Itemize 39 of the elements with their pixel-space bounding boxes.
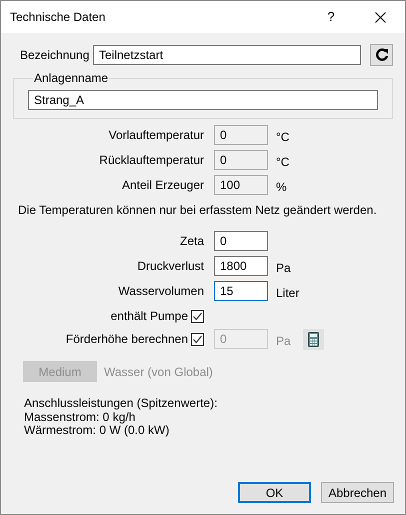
unit-label: Pa: [276, 333, 291, 350]
window-title: Technische Daten: [10, 9, 106, 26]
summary-text: Wärmestrom: 0 W (0.0 kW): [24, 424, 170, 438]
close-icon: [374, 12, 386, 22]
name-field[interactable]: Teilnetzstart: [93, 44, 361, 64]
field-label: Vorlauftemperatur: [108, 127, 204, 144]
readonly-field: 0: [214, 150, 268, 170]
field-label: Druckverlust: [137, 258, 204, 275]
unit-label: %: [276, 179, 287, 196]
refresh-icon: [374, 48, 388, 62]
checkbox[interactable]: [191, 310, 204, 322]
dialog-button[interactable]: OK: [238, 482, 311, 503]
number-field[interactable]: 1800: [214, 256, 268, 276]
unit-label: Pa: [276, 260, 291, 277]
readonly-field: 0: [214, 125, 268, 145]
summary-text: Anschlussleistungen (Spitzenwerte):: [24, 397, 218, 410]
field-label: Anteil Erzeuger: [122, 177, 204, 194]
system-name-field[interactable]: Strang_A: [28, 90, 378, 110]
summary-text: Massenstrom: 0 kg/h: [24, 410, 136, 424]
field-label: Bezeichnung: [20, 46, 90, 64]
checkbox-label: Förderhöhe berechnen: [66, 331, 188, 348]
readonly-field: 100: [214, 175, 268, 195]
calculator-icon: [308, 332, 319, 346]
field-label: Zeta: [180, 233, 204, 250]
number-field[interactable]: 15: [214, 281, 268, 301]
checkbox-label: enthält Pumpe: [110, 308, 188, 325]
info-text: Die Temperaturen können nur bei erfasstem Netz geändert werden.: [18, 202, 378, 217]
unit-label: °C: [276, 154, 290, 171]
unit-label: °C: [276, 129, 290, 146]
dialog-button[interactable]: Abbrechen: [321, 482, 394, 503]
refresh-button[interactable]: [370, 44, 393, 66]
field-label: Wasservolumen: [118, 283, 204, 300]
calculator-button[interactable]: [302, 328, 324, 350]
number-field[interactable]: 0: [214, 231, 268, 251]
unit-label: Liter: [276, 285, 300, 302]
field-label: Rücklauftemperatur: [99, 152, 204, 169]
help-button[interactable]: ?: [308, 1, 354, 33]
group-label: Anlagenname: [33, 70, 110, 87]
medium-label: Wasser (von Global): [104, 364, 213, 380]
